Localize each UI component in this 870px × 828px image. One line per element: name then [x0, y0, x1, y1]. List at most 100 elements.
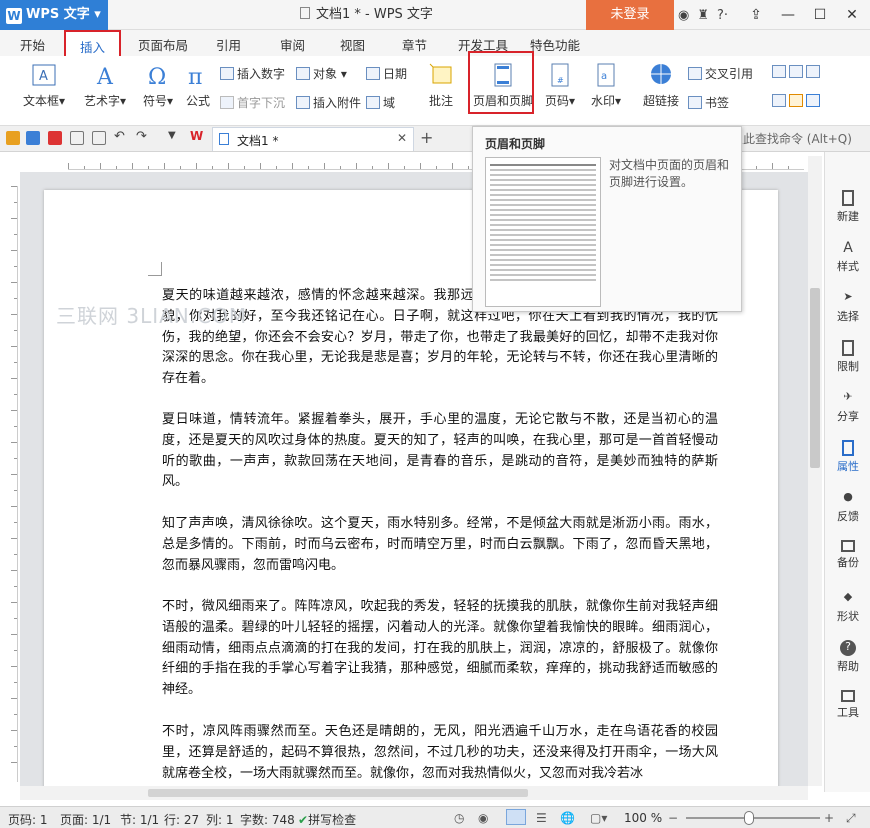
eraser-icon[interactable] — [789, 94, 803, 107]
close-button[interactable]: ✕ — [836, 0, 868, 30]
symbol-button[interactable]: Ω 符号▾ — [140, 62, 176, 109]
panel-properties[interactable]: 属性 — [825, 440, 870, 474]
spell-check[interactable]: ✔拼写检查 — [298, 811, 356, 828]
reading-view-icon[interactable]: ▢▾ — [590, 811, 607, 825]
svg-text:a: a — [601, 71, 607, 82]
tab-page-layout[interactable]: 页面布局 — [138, 35, 188, 54]
eye-icon[interactable]: ◉ — [478, 811, 488, 825]
panel-restrict[interactable]: 限制 — [825, 340, 870, 374]
zoom-level[interactable]: 100 % — [624, 811, 662, 825]
page-view-icon[interactable] — [506, 809, 526, 825]
save-icon[interactable] — [26, 131, 40, 145]
ruler-tick — [11, 410, 17, 411]
maximize-button[interactable]: ☐ — [804, 0, 836, 30]
app-menu-button[interactable]: W WPS 文字 ▾ — [0, 0, 108, 30]
pi-icon: π — [188, 65, 202, 88]
attachment-icon — [296, 96, 310, 109]
date-button[interactable]: 日期 — [366, 65, 407, 82]
horizontal-scrollbar[interactable] — [20, 786, 808, 800]
form-checkbox-icon[interactable] — [789, 65, 803, 78]
form-shading-icon[interactable] — [772, 94, 786, 107]
print-icon[interactable] — [70, 131, 84, 145]
scroll-thumb[interactable] — [148, 789, 528, 797]
panel-new[interactable]: 新建 — [825, 190, 870, 224]
zoom-slider-thumb[interactable] — [744, 811, 754, 825]
svg-text:A: A — [39, 69, 48, 84]
more-arrow-icon[interactable]: ▼ — [168, 130, 182, 144]
ruler-tick — [116, 166, 117, 169]
panel-feedback[interactable]: ● 反馈 — [825, 490, 870, 524]
tab-view[interactable]: 视图 — [340, 35, 365, 54]
vertical-scrollbar[interactable] — [808, 156, 822, 786]
tab-home[interactable]: 开始 — [20, 35, 45, 54]
preview-icon[interactable] — [92, 131, 106, 145]
ruler-tick — [11, 506, 17, 507]
insert-attachment-button[interactable]: 插入附件 — [296, 94, 361, 111]
paragraph[interactable]: 知了声声唤，清风徐徐吹。这个夏天，雨水特别多。经常，不是倾盆大雨就是淅沥小雨。雨… — [162, 514, 718, 576]
open-icon[interactable] — [6, 131, 20, 145]
ruler-tick — [14, 298, 17, 299]
panel-styles[interactable]: A 样式 — [825, 240, 870, 274]
field-button[interactable]: 域 — [366, 94, 395, 111]
tab-chapter[interactable]: 章节 — [402, 35, 427, 54]
paragraph[interactable]: 不时，微风细雨来了。阵阵凉风，吹起我的秀发，轻轻的抚摸我的肌肤，就像你生前对我轻… — [162, 597, 718, 701]
share-icon[interactable]: ⇪ — [740, 0, 772, 30]
minimize-button[interactable]: — — [772, 0, 804, 30]
outline-view-icon[interactable]: ☰ — [536, 811, 547, 825]
web-view-icon[interactable]: 🌐 — [560, 811, 575, 825]
panel-help[interactable]: ? 帮助 — [825, 640, 870, 674]
tab-references[interactable]: 引用 — [216, 35, 241, 54]
form-textbox-icon[interactable] — [772, 65, 786, 78]
paragraph[interactable]: 不时，凉风阵雨骤然而至。天色还是晴朗的，无风，阳光洒遍千山万水，走在鸟语花香的校… — [162, 722, 718, 784]
document-tab[interactable]: 文档1 * ✕ — [212, 127, 414, 151]
textbox-button[interactable]: A 文本框▾ — [22, 62, 66, 109]
skin-icon[interactable]: ◉ — [678, 8, 689, 23]
panel-select[interactable]: ➤ 选择 — [825, 290, 870, 324]
ruler-tick — [14, 362, 17, 363]
paragraph[interactable]: 夏日味道，情转流年。紧握着拳头，展开，手心里的温度，无论它散与不散，还是当初心的… — [162, 410, 718, 493]
zoom-in-icon[interactable]: + — [824, 811, 834, 825]
insert-number-button[interactable]: 插入数字 — [220, 65, 285, 82]
panel-backup[interactable]: 备份 — [825, 540, 870, 570]
properties-icon — [842, 440, 854, 456]
comment-button[interactable]: 批注 — [424, 62, 458, 109]
drop-cap-button[interactable]: 首字下沉 — [220, 94, 285, 111]
panel-shapes[interactable]: ◆ 形状 — [825, 590, 870, 624]
hyperlink-button[interactable]: 超链接 — [640, 62, 682, 109]
shirt-icon[interactable]: ♜ — [697, 8, 709, 23]
zoom-out-icon[interactable]: − — [668, 811, 678, 825]
page-number-button[interactable]: # 页码▾ — [540, 62, 580, 109]
ruler-tick — [11, 346, 17, 347]
close-tab-icon[interactable]: ✕ — [397, 131, 407, 145]
status-page[interactable]: 页面: 1/1 — [60, 811, 111, 828]
help-icon[interactable]: ?· — [717, 8, 728, 23]
cross-ref-icon — [688, 67, 702, 80]
form-dropdown-icon[interactable] — [806, 65, 820, 78]
bookmark-button[interactable]: 书签 — [688, 94, 729, 111]
ruler-tick — [11, 634, 17, 635]
wordart-button[interactable]: A 艺术字▾ — [80, 62, 130, 109]
fullscreen-icon[interactable]: ⤢ — [846, 811, 856, 826]
object-button[interactable]: 对象 ▾ — [296, 65, 347, 82]
formula-button[interactable]: π 公式 — [182, 62, 214, 109]
pdf-icon[interactable] — [48, 131, 62, 145]
tooltip-title: 页眉和页脚 — [485, 137, 546, 151]
tab-review[interactable]: 审阅 — [280, 35, 305, 54]
status-section: 节: 1/1 — [120, 813, 160, 827]
ruler-tick — [324, 163, 325, 169]
wps-home-icon[interactable]: W — [190, 129, 204, 143]
login-button[interactable]: 未登录 — [586, 0, 674, 30]
new-tab-icon[interactable]: + — [420, 128, 433, 147]
panel-tools[interactable]: 工具 — [825, 690, 870, 720]
lock-icon[interactable] — [806, 94, 820, 107]
ruler-tick — [11, 282, 17, 283]
cross-reference-button[interactable]: 交叉引用 — [688, 65, 753, 82]
undo-icon[interactable]: ↶ — [114, 129, 128, 144]
redo-icon[interactable]: ↷ — [136, 129, 150, 144]
tab-special[interactable]: 特色功能 — [530, 35, 580, 54]
watermark-button[interactable]: a 水印▾ — [586, 62, 626, 109]
history-icon[interactable]: ◷ — [454, 811, 464, 825]
status-word-count[interactable]: 字数: 748 — [240, 811, 295, 828]
scroll-thumb[interactable] — [810, 288, 820, 468]
panel-share[interactable]: ✈ 分享 — [825, 390, 870, 424]
